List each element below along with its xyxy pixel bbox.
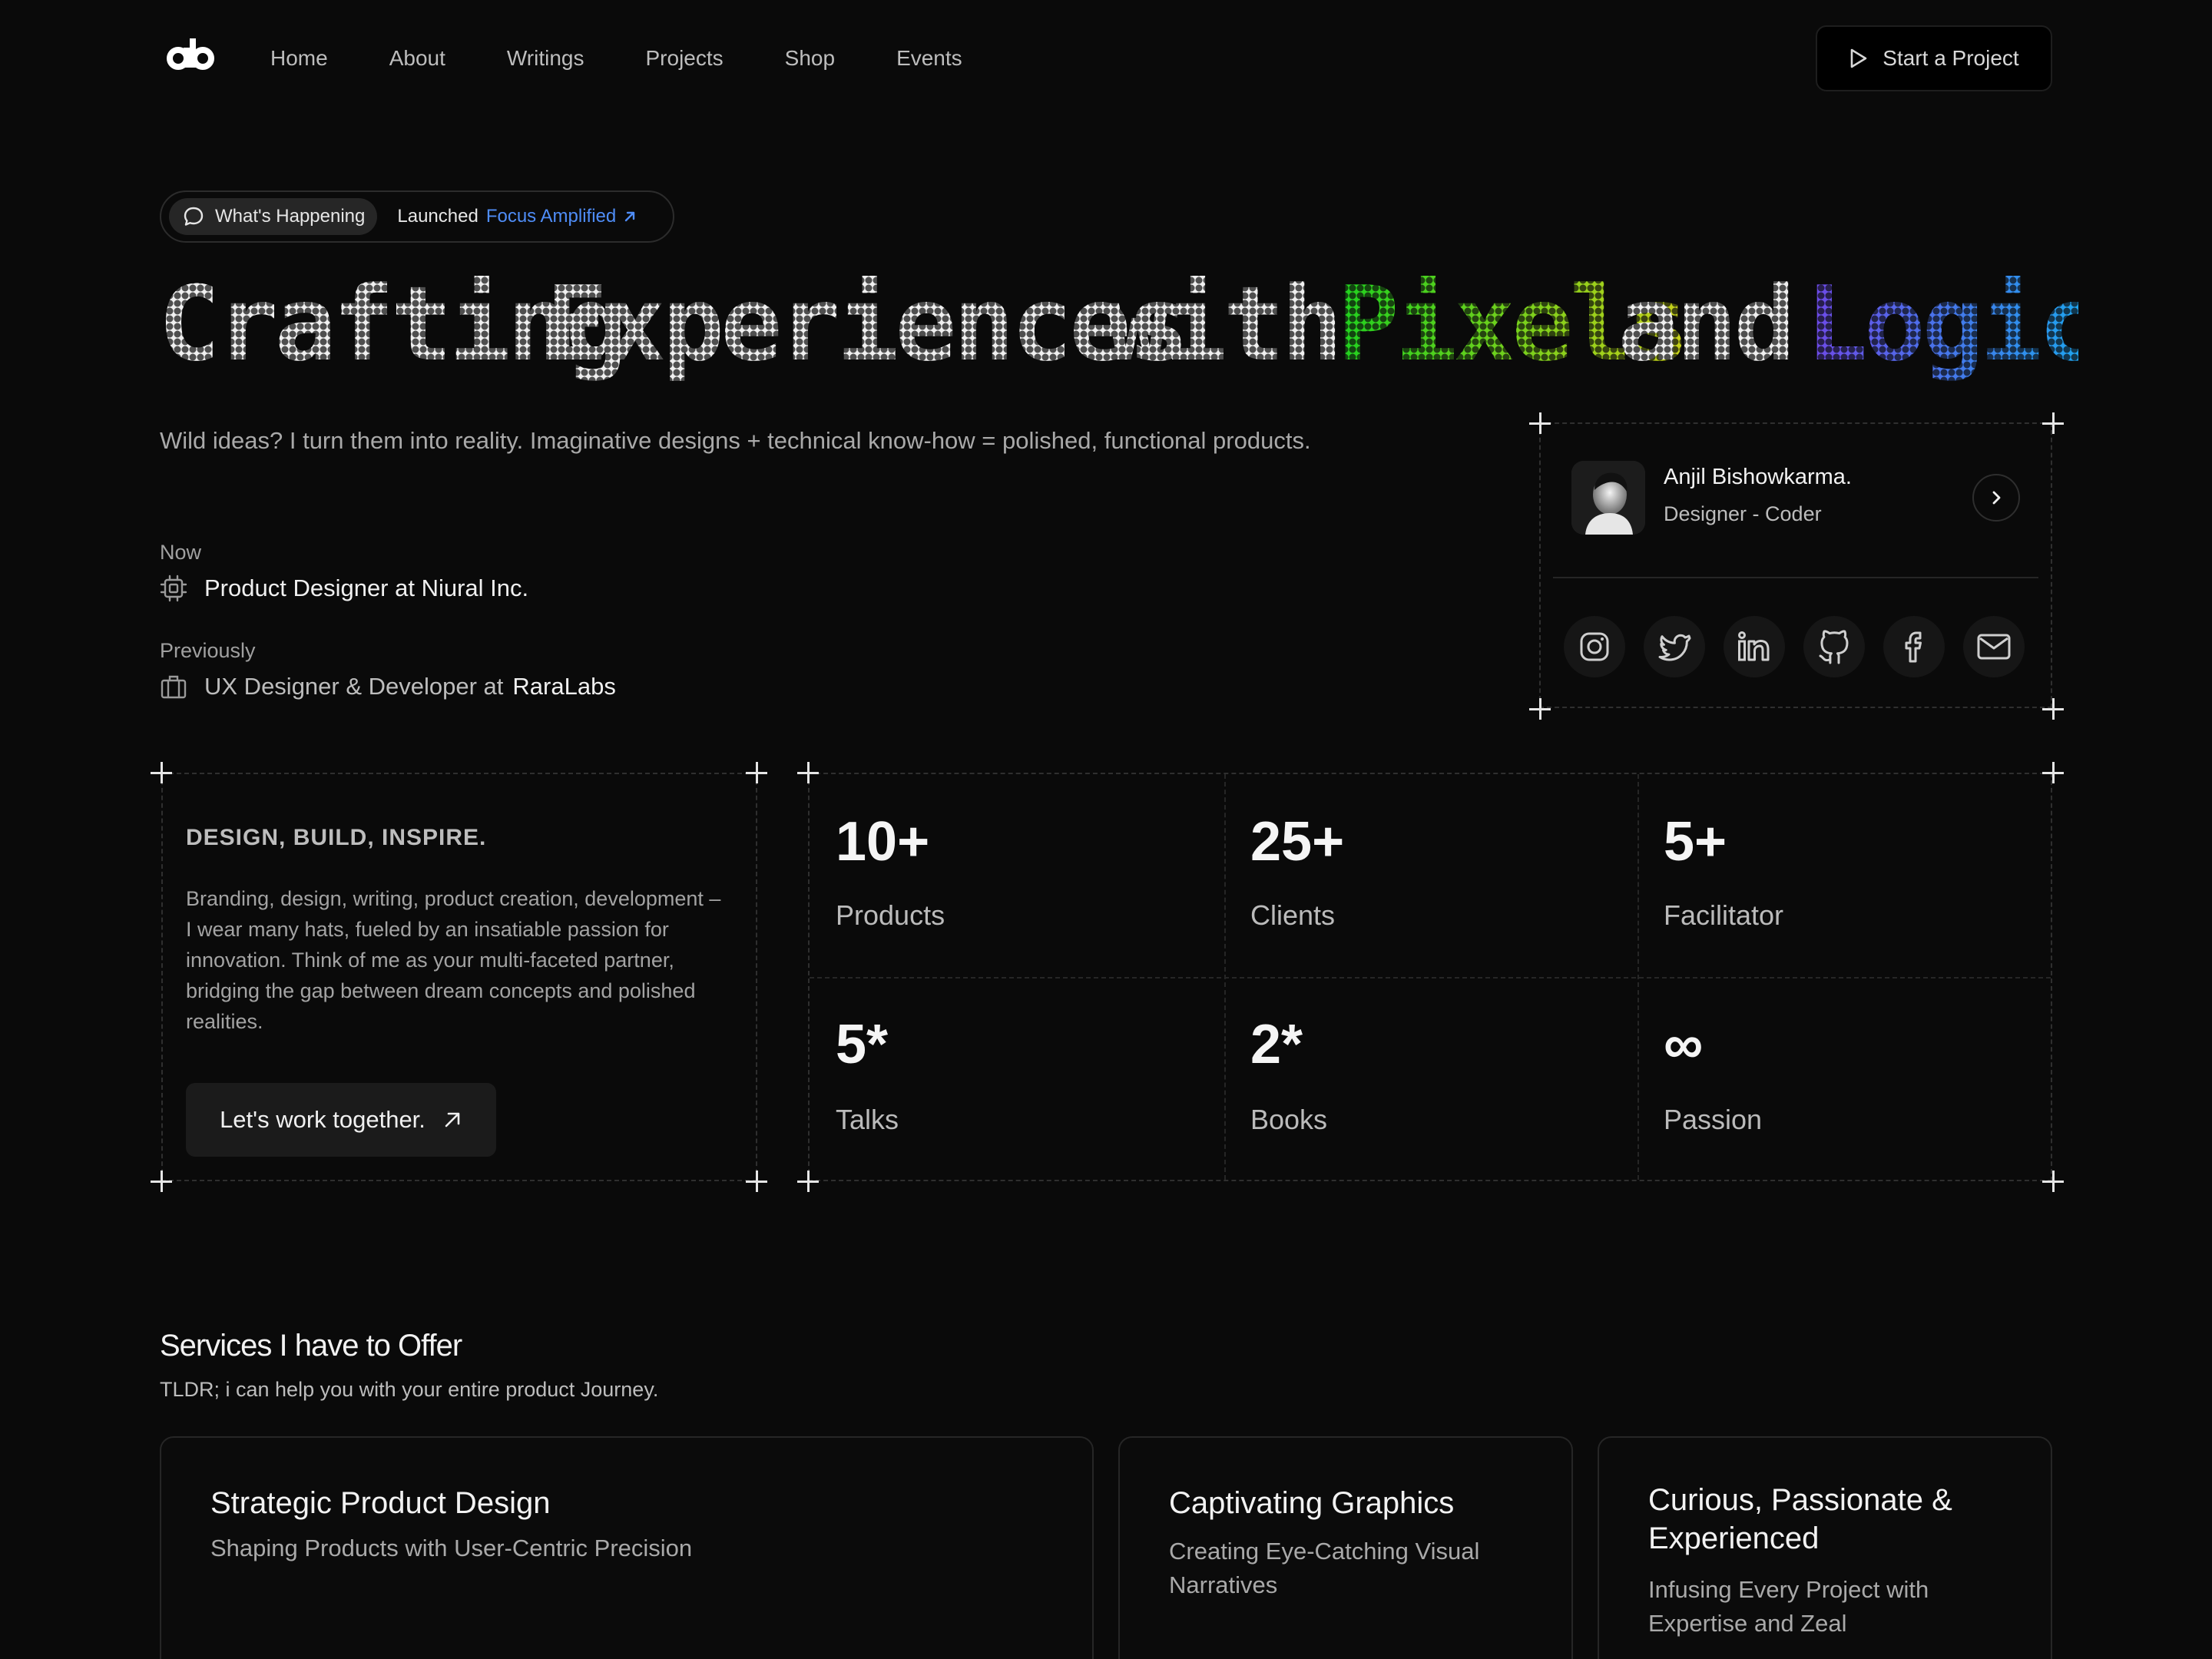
nav-writings[interactable]: Writings [507, 43, 584, 74]
corner-plus-icon [797, 762, 819, 783]
now-role-row: Product Designer at Niural Inc. [160, 575, 528, 602]
corner-plus-icon [151, 762, 172, 783]
previously-label: Previously [160, 639, 256, 662]
chevron-right-icon [1992, 491, 2001, 505]
facebook-link[interactable] [1883, 616, 1945, 677]
avatar [1571, 461, 1645, 535]
previous-role-text: UX Designer & Developer at [204, 673, 504, 700]
stat-label-clients: Clients [1250, 899, 1336, 931]
play-icon [1850, 48, 1867, 68]
service-card-product-design[interactable]: Strategic Product Design Shaping Product… [160, 1436, 1094, 1659]
service-card-title: Curious, Passionate & Experienced [1648, 1483, 1952, 1555]
mail-icon [1977, 634, 2011, 660]
previous-company: RaraLabs [512, 673, 616, 700]
about-title: DESIGN, BUILD, INSPIRE. [186, 825, 487, 850]
github-icon [1819, 630, 1849, 664]
linkedin-link[interactable] [1724, 616, 1785, 677]
service-card-subtitle: Shaping Products with User-Centric Preci… [210, 1535, 693, 1561]
corner-plus-icon [746, 762, 767, 783]
profile-next-button[interactable] [1972, 474, 2020, 522]
stat-label-products: Products [836, 899, 945, 931]
stat-value-clients: 25+ [1250, 811, 1345, 873]
stat-value-products: 10+ [836, 811, 930, 873]
whats-happening-tag: What's Happening [169, 198, 378, 235]
start-project-label: Start a Project [1883, 46, 2019, 70]
briefcase-icon [161, 675, 187, 699]
start-project-button[interactable]: Start a Project [1816, 25, 2052, 91]
hero-word-logic: Logic [1806, 264, 2096, 384]
stat-value-talks: 5* [836, 1014, 889, 1075]
profile-name: Anjil Bishowkarma. [1664, 465, 1852, 489]
service-card-subtitle: Creating Eye-Catching Visual Narratives [1169, 1538, 1480, 1598]
avatar-silhouette-icon [1571, 461, 1645, 535]
hero-headline: Crafting Experiences with Pixels and Log… [158, 264, 2100, 384]
service-card-experienced[interactable]: Curious, Passionate & Experienced Infusi… [1598, 1436, 2052, 1659]
announcement-pill[interactable]: What's Happening Launched Focus Amplifie… [160, 190, 674, 243]
stats-divider [810, 977, 2051, 979]
service-card-title: Captivating Graphics [1169, 1486, 1455, 1520]
instagram-icon [1580, 632, 1609, 661]
stat-value-passion: ∞ [1664, 1014, 1704, 1075]
stat-label-talks: Talks [836, 1104, 899, 1135]
focus-amplified-label: Focus Amplified [485, 206, 617, 227]
now-label: Now [160, 541, 202, 564]
nav-events[interactable]: Events [896, 43, 962, 74]
corner-plus-icon [2042, 1171, 2064, 1192]
corner-plus-icon [746, 1171, 767, 1192]
stat-value-facilitator: 5+ [1664, 811, 1727, 873]
hero-word-and: and [1618, 264, 1792, 384]
lets-work-together-label: Let's work together. [220, 1106, 426, 1133]
stat-label-passion: Passion [1664, 1104, 1763, 1135]
services-title: Services I have to Offer [160, 1329, 462, 1363]
arrow-up-right-icon [625, 211, 635, 222]
lets-work-together-button[interactable]: Let's work together. [186, 1083, 496, 1157]
stat-value-books: 2* [1250, 1014, 1303, 1075]
linkedin-icon [1738, 631, 1770, 661]
email-link[interactable] [1963, 616, 2025, 677]
whats-happening-label: What's Happening [215, 206, 366, 227]
stat-label-books: Books [1250, 1104, 1328, 1135]
corner-plus-icon [1529, 698, 1551, 720]
nav-shop[interactable]: Shop [785, 43, 835, 74]
logo-mark-icon [167, 38, 214, 70]
focus-amplified-link[interactable]: Focus Amplified [486, 206, 637, 227]
stat-label-facilitator: Facilitator [1664, 899, 1784, 931]
main-nav: Home About Writings Projects Shop Events [270, 43, 962, 74]
chat-bubble-icon [184, 207, 204, 226]
service-card-graphics[interactable]: Captivating Graphics Creating Eye-Catchi… [1118, 1436, 1573, 1659]
corner-plus-icon [2042, 412, 2064, 434]
stats-grid: 10+ Products 25+ Clients 5+ Facilitator … [808, 773, 2052, 1181]
hero-word-with: with [1107, 264, 1339, 384]
corner-plus-icon [797, 1171, 819, 1192]
twitter-icon [1658, 634, 1691, 661]
previous-role-row: UX Designer & Developer at RaraLabs [160, 673, 616, 700]
corner-plus-icon [2042, 698, 2064, 720]
facebook-icon [1905, 631, 1922, 663]
hero-lead: Wild ideas? I turn them into reality. Im… [160, 427, 1311, 454]
corner-plus-icon [151, 1171, 172, 1192]
services-subtitle: TLDR; i can help you with your entire pr… [160, 1378, 659, 1401]
corner-plus-icon [1529, 412, 1551, 434]
nav-about[interactable]: About [389, 43, 445, 74]
launched-label: Launched [397, 206, 478, 227]
service-card-subtitle: Infusing Every Project with Expertise an… [1648, 1576, 1929, 1637]
logo[interactable] [166, 37, 217, 75]
hero-word-experiences: Experiences [546, 264, 1185, 384]
cpu-chip-icon [160, 575, 187, 602]
arrow-up-right-icon [445, 1112, 460, 1128]
profile-divider [1553, 577, 2038, 578]
social-links [1564, 616, 2025, 677]
nav-home[interactable]: Home [270, 43, 328, 74]
instagram-link[interactable] [1564, 616, 1625, 677]
nav-projects[interactable]: Projects [646, 43, 724, 74]
corner-plus-icon [2042, 762, 2064, 783]
about-body: Branding, design, writing, product creat… [186, 887, 721, 1033]
github-link[interactable] [1803, 616, 1865, 677]
twitter-link[interactable] [1644, 616, 1705, 677]
announcement-text: Launched Focus Amplified [397, 206, 637, 227]
now-role-text: Product Designer at Niural Inc. [204, 575, 529, 601]
profile-role: Designer - Coder [1664, 502, 1822, 525]
service-card-title: Strategic Product Design [210, 1486, 551, 1520]
